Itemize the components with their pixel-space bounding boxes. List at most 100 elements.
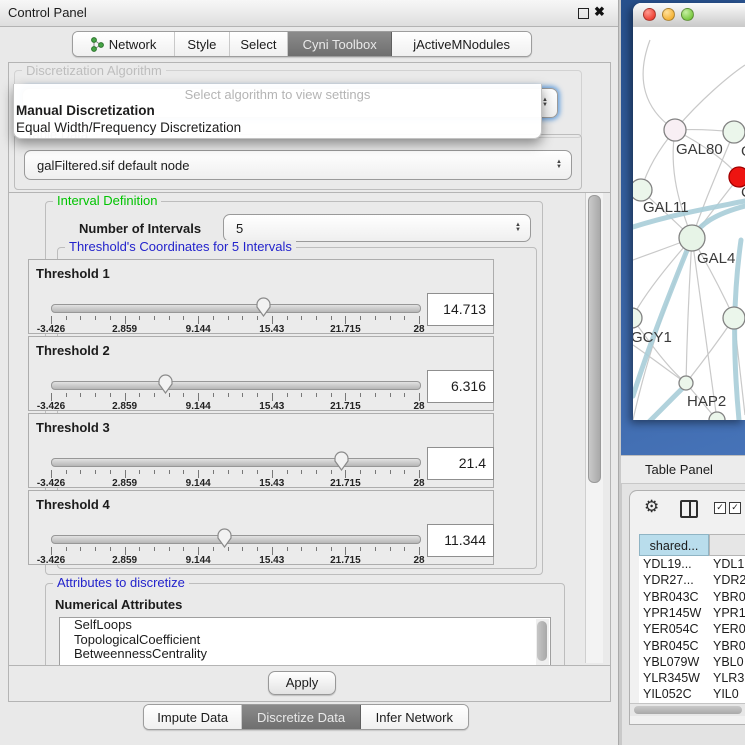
- table-cell-name[interactable]: YBL0: [713, 654, 744, 670]
- slider-tick: [301, 316, 302, 320]
- tab-infer-network[interactable]: Infer Network: [361, 705, 468, 729]
- table-cell-name[interactable]: YER0: [713, 621, 745, 637]
- threshold-label: Threshold 1: [36, 266, 110, 281]
- network-node-gal4[interactable]: [679, 225, 705, 251]
- tab-impute-data[interactable]: Impute Data: [144, 705, 242, 729]
- table-row[interactable]: YDL19... YDL1: [639, 556, 745, 572]
- numerical-attributes-list[interactable]: SelfLoopsTopologicalCoefficientBetweenne…: [59, 617, 551, 666]
- table-cell-shared-name[interactable]: YBL079W: [643, 654, 699, 670]
- table-scrollbar-thumb[interactable]: [634, 706, 742, 714]
- number-of-intervals-combobox[interactable]: 5 ▲▼: [223, 214, 531, 242]
- table-cell-shared-name[interactable]: YLR345W: [643, 670, 700, 686]
- close-icon[interactable]: ✖: [594, 4, 605, 20]
- threshold-value-field[interactable]: 11.344: [427, 524, 494, 557]
- attributes-scrollbar[interactable]: [536, 619, 549, 666]
- algorithm-option-manual[interactable]: Manual Discretization: [16, 103, 155, 118]
- table-cell-shared-name[interactable]: YDR27...: [643, 572, 694, 588]
- network-window-titlebar[interactable]: [633, 3, 745, 28]
- table-row[interactable]: YBR045C YBR0: [639, 638, 745, 654]
- table-cell-name[interactable]: YDL1: [713, 556, 744, 572]
- threshold-value-field[interactable]: 14.713: [427, 293, 494, 326]
- table-row[interactable]: YDR27... YDR2: [639, 572, 745, 588]
- columns-icon[interactable]: [680, 500, 698, 518]
- table-row[interactable]: YBL079W YBL0: [639, 654, 745, 670]
- tab-cyni-toolbox[interactable]: Cyni Toolbox: [288, 32, 392, 56]
- slider-tick: [95, 547, 96, 551]
- table-row[interactable]: YIL052C YIL0: [639, 686, 745, 702]
- table-cell-name[interactable]: YBR0: [713, 638, 745, 654]
- threshold-value-field[interactable]: 6.316: [427, 370, 494, 403]
- attributes-scrollbar-thumb[interactable]: [537, 621, 547, 661]
- slider-tick: [287, 393, 288, 397]
- network-node-g[interactable]: [723, 121, 745, 143]
- settings-vertical-scrollbar[interactable]: [585, 193, 603, 663]
- threshold-value-field[interactable]: 21.4: [427, 447, 494, 480]
- zoom-traffic-light[interactable]: [681, 8, 694, 21]
- attribute-item[interactable]: TopologicalCoefficient: [60, 633, 550, 648]
- network-node-h[interactable]: [723, 307, 745, 329]
- table-cell-shared-name[interactable]: YBR043C: [643, 589, 699, 605]
- table-row[interactable]: YPR145W YPR1: [639, 605, 745, 621]
- table-cell-name[interactable]: YDR2: [713, 572, 745, 588]
- slider-tick-labels: -3.4262.8599.14415.4321.71528: [51, 401, 419, 412]
- network-node-gcy1[interactable]: [633, 308, 642, 328]
- network-node-label: GAL80: [676, 141, 723, 158]
- slider-tick: [301, 547, 302, 551]
- table-cell-name[interactable]: YBR0: [713, 589, 745, 605]
- column-header-name[interactable]: n: [709, 534, 745, 556]
- slider-tick: [80, 393, 81, 397]
- threshold-slider[interactable]: [51, 304, 421, 313]
- table-row[interactable]: YER054C YER0: [639, 621, 745, 637]
- slider-tick: [272, 470, 273, 478]
- gear-icon[interactable]: ⚙: [644, 497, 659, 517]
- table-cell-shared-name[interactable]: YDL19...: [643, 556, 692, 572]
- table-row[interactable]: YLR345W YLR3: [639, 670, 745, 686]
- threshold-slider[interactable]: [51, 381, 421, 390]
- minimize-traffic-light[interactable]: [662, 8, 675, 21]
- threshold-slider[interactable]: [51, 458, 421, 467]
- close-traffic-light[interactable]: [643, 8, 656, 21]
- table-cell-name[interactable]: YPR1: [713, 605, 745, 621]
- algorithm-option-equal-width[interactable]: Equal Width/Frequency Discretization: [16, 120, 241, 135]
- table-cell-name[interactable]: YIL0: [713, 686, 739, 702]
- table-row[interactable]: YBR043C YBR0: [639, 589, 745, 605]
- table-cell-shared-name[interactable]: YPR145W: [643, 605, 701, 621]
- network-node-gal11[interactable]: [633, 179, 652, 201]
- checkbox-icon[interactable]: ✓: [729, 502, 741, 514]
- network-node-label: HAP2: [687, 393, 726, 410]
- apply-button[interactable]: Apply: [268, 671, 336, 695]
- network-node-label: GAL4: [697, 250, 735, 267]
- slider-tick: [390, 547, 391, 551]
- tab-select-label: Select: [240, 37, 276, 52]
- tab-style[interactable]: Style: [175, 32, 230, 56]
- table-cell-name[interactable]: YLR3: [713, 670, 744, 686]
- network-edge-thick: [633, 385, 686, 420]
- network-canvas[interactable]: GAL80GCGAL11GAL4GCY1HHAP2: [633, 27, 745, 420]
- table-horizontal-scrollbar[interactable]: [630, 703, 745, 716]
- network-node-label: G: [741, 143, 745, 160]
- network-window: GAL80GCGAL11GAL4GCY1HHAP2: [633, 3, 745, 420]
- table-cell-shared-name[interactable]: YBR045C: [643, 638, 699, 654]
- network-node-hap2[interactable]: [679, 376, 693, 390]
- tab-network[interactable]: Network: [73, 32, 175, 56]
- table-cell-shared-name[interactable]: YIL052C: [643, 686, 692, 702]
- float-window-icon[interactable]: [578, 8, 589, 19]
- table-cell-shared-name[interactable]: YER054C: [643, 621, 699, 637]
- network-node-gal80[interactable]: [664, 119, 686, 141]
- threshold-slider[interactable]: [51, 535, 421, 544]
- tab-select[interactable]: Select: [230, 32, 289, 56]
- slider-tick: [257, 547, 258, 551]
- slider-tick-label: 15.43: [259, 478, 284, 489]
- slider-tick: [272, 547, 273, 555]
- table-data-combobox[interactable]: galFiltered.sif default node ▲▼: [24, 150, 572, 180]
- slider-tick: [213, 393, 214, 397]
- slider-tick: [198, 316, 199, 324]
- attribute-item[interactable]: SelfLoops: [60, 618, 550, 633]
- attribute-item[interactable]: BetweennessCentrality: [60, 647, 550, 662]
- tab-discretize-data[interactable]: Discretize Data: [242, 705, 360, 729]
- checkbox-icon[interactable]: ✓: [714, 502, 726, 514]
- column-header-shared-name[interactable]: shared...: [639, 534, 709, 556]
- settings-scrollbar-thumb[interactable]: [588, 195, 601, 483]
- tab-jactivemnodules[interactable]: jActiveMNodules: [392, 32, 531, 56]
- network-node-label: C: [741, 184, 745, 201]
